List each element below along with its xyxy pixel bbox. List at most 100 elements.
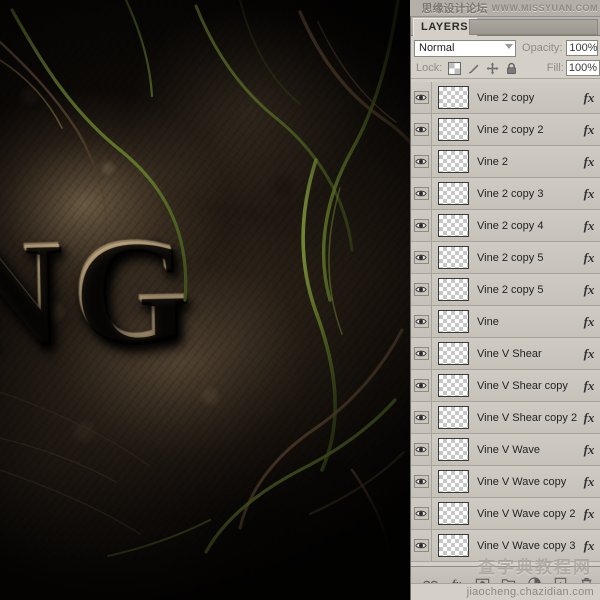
eye-icon[interactable] <box>413 315 429 328</box>
table-row[interactable]: Vine 2 copy 5 fx <box>411 241 600 274</box>
layer-name-label[interactable]: Vine <box>474 316 578 328</box>
layer-thumbnail[interactable] <box>432 182 474 205</box>
fill-input[interactable]: 100% <box>565 60 600 76</box>
table-row[interactable]: Vine V Shear fx <box>411 337 600 370</box>
layer-thumbnail[interactable] <box>432 406 474 429</box>
layer-effects-icon[interactable]: fx <box>578 186 600 202</box>
layer-name-label[interactable]: Vine V Wave copy 3 <box>474 540 578 552</box>
eye-icon[interactable] <box>413 283 429 296</box>
layer-name-label[interactable]: Vine 2 copy 5 <box>474 252 578 264</box>
layer-name-label[interactable]: Vine V Shear <box>474 348 578 360</box>
table-row[interactable]: Vine V Wave copy fx <box>411 465 600 498</box>
layers-panel[interactable]: LAYERS Normal Opacity: 100% Lock: Fill: <box>410 16 600 600</box>
layer-list[interactable]: Vine 2 copy fx Vine 2 copy 2 fx Vine 2 fx Vine… <box>411 82 600 566</box>
table-row[interactable]: Vine 2 copy 3 fx <box>411 177 600 210</box>
layer-visibility-toggle[interactable] <box>411 465 432 498</box>
eye-icon[interactable] <box>413 155 429 168</box>
layer-name-label[interactable]: Vine 2 copy <box>474 92 578 104</box>
layer-thumbnail[interactable] <box>432 342 474 365</box>
layer-thumbnail[interactable] <box>432 534 474 557</box>
layer-name-label[interactable]: Vine 2 copy 5 <box>474 284 578 296</box>
layer-thumbnail[interactable] <box>432 118 474 141</box>
blend-mode-select[interactable]: Normal <box>414 39 517 57</box>
layer-visibility-toggle[interactable] <box>411 241 432 274</box>
layer-effects-icon[interactable]: fx <box>578 474 600 490</box>
layer-visibility-toggle[interactable] <box>411 401 432 434</box>
layer-effects-icon[interactable]: fx <box>578 314 600 330</box>
eye-icon[interactable] <box>413 91 429 104</box>
layer-name-label[interactable]: Vine 2 copy 4 <box>474 220 578 232</box>
layer-name-label[interactable]: Vine 2 <box>474 156 578 168</box>
eye-icon[interactable] <box>413 475 429 488</box>
table-row[interactable]: Vine fx <box>411 305 600 338</box>
eye-icon[interactable] <box>413 347 429 360</box>
layer-visibility-toggle[interactable] <box>411 82 432 114</box>
eye-icon[interactable] <box>413 123 429 136</box>
layer-thumbnail[interactable] <box>432 214 474 237</box>
lock-all-icon[interactable] <box>505 62 518 75</box>
layer-thumbnail[interactable] <box>432 278 474 301</box>
layer-visibility-toggle[interactable] <box>411 433 432 466</box>
layer-name-label[interactable]: Vine V Wave copy <box>474 476 578 488</box>
layer-visibility-toggle[interactable] <box>411 273 432 306</box>
table-row[interactable]: Vine V Shear copy 2 fx <box>411 401 600 434</box>
layer-name-label[interactable]: Vine V Wave copy 2 <box>474 508 578 520</box>
table-row[interactable]: Vine 2 copy 4 fx <box>411 209 600 242</box>
layer-visibility-toggle[interactable] <box>411 305 432 338</box>
lock-position-icon[interactable] <box>486 62 499 75</box>
table-row[interactable]: Vine 2 fx <box>411 145 600 178</box>
layer-thumbnail[interactable] <box>432 246 474 269</box>
chevron-down-icon[interactable] <box>505 43 514 49</box>
layer-thumbnail[interactable] <box>432 374 474 397</box>
eye-icon[interactable] <box>413 219 429 232</box>
layer-effects-icon[interactable]: fx <box>578 250 600 266</box>
layer-effects-icon[interactable]: fx <box>578 154 600 170</box>
eye-icon[interactable] <box>413 443 429 456</box>
eye-icon[interactable] <box>413 379 429 392</box>
layer-thumbnail[interactable] <box>432 310 474 333</box>
opacity-input[interactable]: 100% <box>566 40 598 56</box>
layer-visibility-toggle[interactable] <box>411 113 432 146</box>
layer-thumbnail[interactable] <box>432 438 474 461</box>
eye-icon[interactable] <box>413 187 429 200</box>
table-row[interactable]: Vine V Wave copy 2 fx <box>411 497 600 530</box>
layer-visibility-toggle[interactable] <box>411 145 432 178</box>
layer-effects-icon[interactable]: fx <box>578 282 600 298</box>
layer-thumbnail[interactable] <box>432 86 474 109</box>
layer-effects-icon[interactable]: fx <box>578 378 600 394</box>
lock-image-icon[interactable] <box>467 62 480 75</box>
layer-thumbnail[interactable] <box>432 502 474 525</box>
layer-thumbnail[interactable] <box>432 470 474 493</box>
layer-name-label[interactable]: Vine V Shear copy <box>474 380 578 392</box>
table-row[interactable]: Vine 2 copy 2 fx <box>411 113 600 146</box>
layer-effects-icon[interactable]: fx <box>578 218 600 234</box>
layer-name-label[interactable]: Vine V Wave <box>474 444 578 456</box>
layer-effects-icon[interactable]: fx <box>578 442 600 458</box>
eye-icon[interactable] <box>413 507 429 520</box>
eye-icon[interactable] <box>413 251 429 264</box>
layer-effects-icon[interactable]: fx <box>578 538 600 554</box>
eye-icon[interactable] <box>413 411 429 424</box>
layer-effects-icon[interactable]: fx <box>578 90 600 106</box>
layer-effects-icon[interactable]: fx <box>578 122 600 138</box>
layer-name-label[interactable]: Vine 2 copy 3 <box>474 188 578 200</box>
layer-visibility-toggle[interactable] <box>411 497 432 530</box>
table-row[interactable]: Vine 2 copy 5 fx <box>411 273 600 306</box>
layer-effects-icon[interactable]: fx <box>578 410 600 426</box>
layer-effects-icon[interactable]: fx <box>578 506 600 522</box>
table-row[interactable]: Vine V Shear copy fx <box>411 369 600 402</box>
lock-transparency-icon[interactable] <box>448 61 462 75</box>
table-row[interactable]: Vine 2 copy fx <box>411 82 600 114</box>
table-row[interactable]: Vine V Wave fx <box>411 433 600 466</box>
layer-visibility-toggle[interactable] <box>411 177 432 210</box>
eye-icon[interactable] <box>413 539 429 552</box>
table-row[interactable]: Vine V Wave copy 3 fx <box>411 529 600 562</box>
layer-visibility-toggle[interactable] <box>411 369 432 402</box>
layer-visibility-toggle[interactable] <box>411 529 432 562</box>
layer-effects-icon[interactable]: fx <box>578 346 600 362</box>
layer-name-label[interactable]: Vine 2 copy 2 <box>474 124 578 136</box>
layer-visibility-toggle[interactable] <box>411 209 432 242</box>
layer-name-label[interactable]: Vine V Shear copy 2 <box>474 412 578 424</box>
layer-thumbnail[interactable] <box>432 150 474 173</box>
layer-visibility-toggle[interactable] <box>411 337 432 370</box>
